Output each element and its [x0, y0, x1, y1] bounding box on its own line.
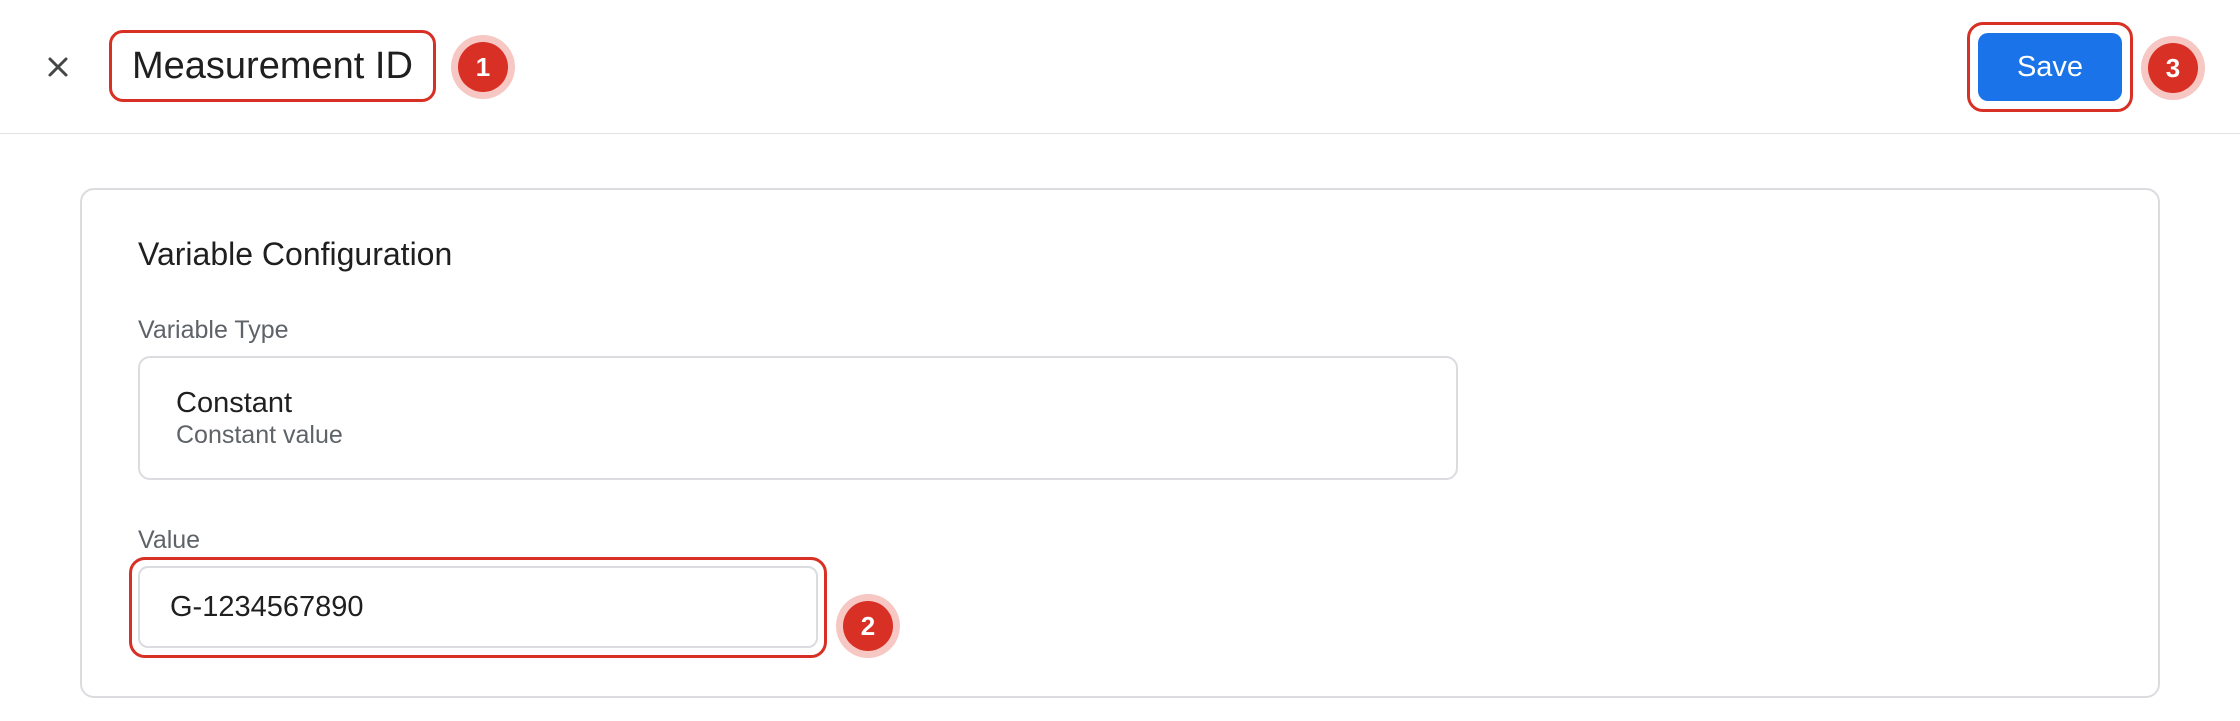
- variable-type-label: Variable Type: [138, 316, 289, 344]
- variable-type-description: Constant value: [176, 421, 343, 449]
- variable-type-selector[interactable]: [138, 356, 1458, 480]
- close-button[interactable]: [34, 45, 82, 93]
- close-icon: [46, 55, 70, 84]
- title-highlight: Measurement ID: [109, 30, 436, 102]
- annotation-marker-1: 1: [458, 42, 508, 92]
- save-button[interactable]: Save: [1978, 33, 2122, 101]
- variable-type-name: Constant: [176, 387, 293, 419]
- card-title: Variable Configuration: [138, 236, 453, 272]
- annotation-marker-2: 2: [843, 601, 893, 651]
- annotation-marker-3: 3: [2148, 43, 2198, 93]
- value-input[interactable]: [138, 566, 818, 648]
- page-title: Measurement ID: [132, 44, 413, 87]
- top-bar: Measurement ID 1 Save 3: [0, 0, 2240, 134]
- value-label: Value: [138, 526, 201, 554]
